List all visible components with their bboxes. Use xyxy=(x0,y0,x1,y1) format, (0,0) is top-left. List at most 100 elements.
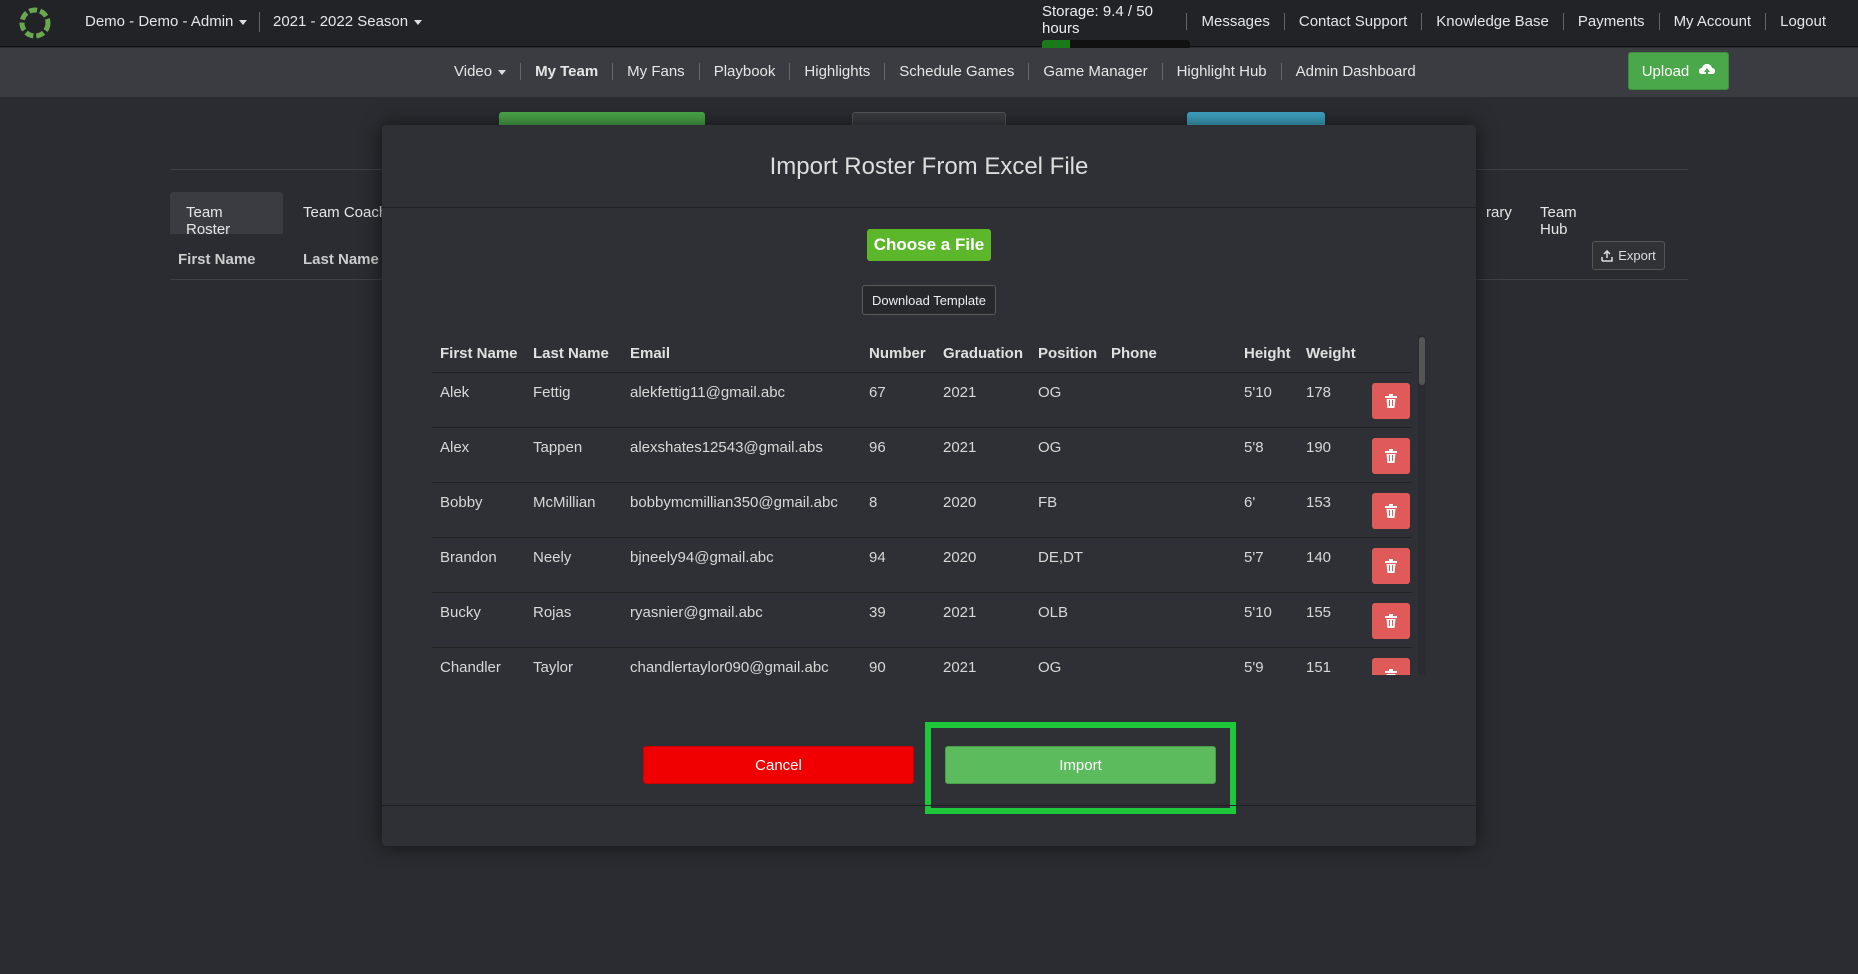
export-label: Export xyxy=(1618,248,1656,263)
top-bar: Demo - Demo - Admin 2021 - 2022 Season S… xyxy=(0,0,1858,56)
my-account-link[interactable]: My Account xyxy=(1658,13,1766,30)
knowledge-base-link[interactable]: Knowledge Base xyxy=(1421,13,1563,30)
tab-team-hub[interactable]: Team Hub xyxy=(1524,192,1593,238)
nav-my-team[interactable]: My Team xyxy=(520,63,612,80)
cell-position: OG xyxy=(1038,659,1062,675)
table-row: Bobby McMillian bobbymcmillian350@gmail.ab… xyxy=(432,483,1412,538)
main-nav: Video My Team My Fans Playbook Highlight… xyxy=(0,48,1858,97)
contact-support-link[interactable]: Contact Support xyxy=(1283,13,1421,30)
table-row: Bucky Rojas ryasnier@gmail.abc 39 2021 OLB 5'1… xyxy=(432,593,1412,648)
app-logo-icon[interactable] xyxy=(18,6,52,40)
cell-number: 96 xyxy=(869,439,886,456)
column-header-height: Height xyxy=(1244,345,1291,362)
column-header-graduation: Graduation xyxy=(943,345,1024,362)
trash-icon xyxy=(1385,504,1397,518)
logout-link[interactable]: Logout xyxy=(1765,13,1840,30)
scrollbar-thumb[interactable] xyxy=(1419,337,1425,385)
export-button[interactable]: Export xyxy=(1592,241,1665,270)
cell-position: OG xyxy=(1038,384,1062,401)
payments-link[interactable]: Payments xyxy=(1562,13,1659,30)
table-row: Alex Tappen alexshates12543@gmail.abs 96 202… xyxy=(432,428,1412,483)
column-header-number: Number xyxy=(869,345,926,362)
cell-first-name: Alek xyxy=(440,384,470,401)
chevron-down-icon xyxy=(239,19,248,25)
tab-library[interactable]: rary xyxy=(1470,192,1528,234)
cell-position: FB xyxy=(1038,494,1058,511)
bg-action-button xyxy=(1187,112,1325,126)
cell-last-name: Rojas xyxy=(533,604,572,621)
nav-schedule-games[interactable]: Schedule Games xyxy=(884,63,1028,80)
team-selector-label: Demo - Demo - Admin xyxy=(85,13,234,30)
cell-number: 39 xyxy=(869,604,886,621)
cell-last-name: Fettig xyxy=(533,384,571,401)
cell-weight: 178 xyxy=(1306,384,1332,401)
nav-my-fans[interactable]: My Fans xyxy=(612,63,699,80)
delete-row-button[interactable] xyxy=(1372,493,1410,529)
team-selector[interactable]: Demo - Demo - Admin xyxy=(85,13,248,30)
cell-weight: 153 xyxy=(1306,494,1332,511)
column-header-phone: Phone xyxy=(1111,345,1157,362)
season-selector[interactable]: 2021 - 2022 Season xyxy=(273,13,423,30)
column-header-weight: Weight xyxy=(1306,345,1356,362)
table-body: Alek Fettig alekfettig11@gmail.abc 67 2021 OG… xyxy=(432,373,1412,675)
cell-first-name: Chandler xyxy=(440,659,501,675)
delete-row-button[interactable] xyxy=(1372,603,1410,639)
table-scrollbar[interactable] xyxy=(1418,335,1426,675)
cell-graduation: 2021 xyxy=(943,604,977,621)
table-row: Alek Fettig alekfettig11@gmail.abc 67 2021 OG… xyxy=(432,373,1412,428)
delete-row-button[interactable] xyxy=(1372,383,1410,419)
nav-highlight-hub[interactable]: Highlight Hub xyxy=(1161,63,1281,80)
import-roster-modal: Import Roster From Excel File Choose a F… xyxy=(382,125,1476,846)
cell-email: alexshates12543@gmail.abs xyxy=(630,439,823,456)
trash-icon xyxy=(1385,669,1397,675)
cell-height: 5'10 xyxy=(1244,384,1272,401)
column-header-position: Position xyxy=(1038,345,1098,362)
cell-email: chandlertaylor090@gmail.abc xyxy=(630,659,829,675)
divider xyxy=(259,12,260,32)
table-header: First Name Last Name Email Number Gradua… xyxy=(432,335,1412,373)
cell-number: 8 xyxy=(869,494,878,511)
nav-video[interactable]: Video xyxy=(440,63,520,80)
cell-weight: 140 xyxy=(1306,549,1332,566)
cell-height: 6' xyxy=(1244,494,1256,511)
messages-link[interactable]: Messages xyxy=(1186,13,1283,30)
divider xyxy=(382,207,1476,208)
table-row: Chandler Taylor chandlertaylor090@gmail.ab… xyxy=(432,648,1412,675)
column-header-email: Email xyxy=(630,345,671,362)
nav-admin-dashboard[interactable]: Admin Dashboard xyxy=(1280,63,1430,80)
cancel-button[interactable]: Cancel xyxy=(643,746,914,784)
column-header-first-name: First Name xyxy=(440,345,518,362)
upload-button[interactable]: Upload xyxy=(1628,52,1729,90)
delete-row-button[interactable] xyxy=(1372,658,1410,675)
tab-team-roster[interactable]: Team Roster xyxy=(170,192,283,238)
top-links: Messages Contact Support Knowledge Base … xyxy=(1186,13,1840,30)
cell-graduation: 2020 xyxy=(943,494,977,511)
cell-weight: 151 xyxy=(1306,659,1332,675)
cell-number: 94 xyxy=(869,549,886,566)
delete-row-button[interactable] xyxy=(1372,548,1410,584)
upload-label: Upload xyxy=(1641,62,1690,80)
cell-graduation: 2021 xyxy=(943,659,977,675)
cell-last-name: McMillian xyxy=(533,494,596,511)
nav-playbook[interactable]: Playbook xyxy=(698,63,790,80)
cell-first-name: Alex xyxy=(440,439,470,456)
highlight-box xyxy=(925,722,1236,814)
download-template-button[interactable]: Download Template xyxy=(862,285,996,315)
cell-graduation: 2020 xyxy=(943,549,977,566)
cell-height: 5'7 xyxy=(1244,549,1264,566)
table-row: Brandon Neely bjneely94@gmail.abc 94 2020 DE,… xyxy=(432,538,1412,593)
cell-number: 67 xyxy=(869,384,886,401)
column-header-last-name: Last Name xyxy=(533,345,609,362)
chevron-down-icon xyxy=(498,69,507,75)
cell-email: bobbymcmillian350@gmail.abc xyxy=(630,494,838,511)
export-icon xyxy=(1601,249,1613,262)
cell-last-name: Neely xyxy=(533,549,572,566)
choose-file-button[interactable]: Choose a File xyxy=(867,229,991,261)
delete-row-button[interactable] xyxy=(1372,438,1410,474)
trash-icon xyxy=(1385,394,1397,408)
nav-links: Video My Team My Fans Playbook Highlight… xyxy=(440,63,1430,80)
nav-highlights[interactable]: Highlights xyxy=(789,63,884,80)
bg-action-button xyxy=(852,112,1006,126)
cell-first-name: Bobby xyxy=(440,494,483,511)
nav-game-manager[interactable]: Game Manager xyxy=(1028,63,1161,80)
